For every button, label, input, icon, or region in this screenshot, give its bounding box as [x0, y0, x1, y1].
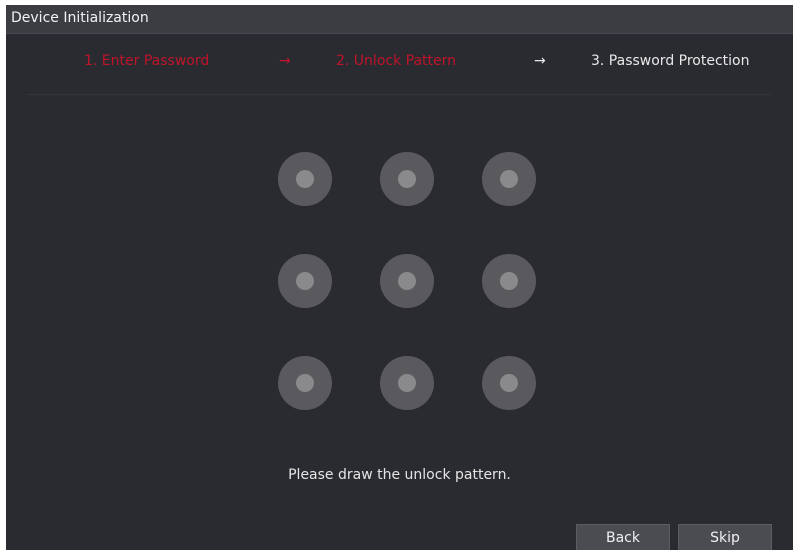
step-enter-password: 1. Enter Password [84, 53, 210, 69]
pattern-dot-8[interactable] [380, 356, 434, 410]
pattern-dot-center [296, 170, 314, 188]
pattern-dot-7[interactable] [278, 356, 332, 410]
pattern-dot-center [398, 272, 416, 290]
pattern-dot-3[interactable] [482, 152, 536, 206]
title-bar: Device Initialization [6, 5, 793, 34]
step-unlock-pattern: 2. Unlock Pattern [336, 53, 457, 69]
pattern-dot-1[interactable] [278, 152, 332, 206]
pattern-dot-center [296, 374, 314, 392]
pattern-dot-9[interactable] [482, 356, 536, 410]
pattern-dot-center [500, 374, 518, 392]
step-arrow-icon: → [279, 53, 291, 69]
pattern-dot-center [296, 272, 314, 290]
pattern-dot-center [398, 170, 416, 188]
pattern-dot-2[interactable] [380, 152, 434, 206]
step-arrow-icon: → [534, 53, 546, 69]
pattern-dot-5[interactable] [380, 254, 434, 308]
unlock-pattern-hint: Please draw the unlock pattern. [288, 467, 511, 483]
step-password-protection: 3. Password Protection [591, 53, 750, 69]
pattern-dot-center [500, 170, 518, 188]
pattern-dot-center [500, 272, 518, 290]
pattern-dot-center [398, 374, 416, 392]
step-divider [26, 94, 771, 95]
pattern-dot-6[interactable] [482, 254, 536, 308]
window-title: Device Initialization [11, 10, 149, 26]
skip-button[interactable]: Skip [678, 524, 772, 550]
device-initialization-window: Device Initialization 1. Enter Password … [6, 5, 793, 550]
back-button[interactable]: Back [576, 524, 670, 550]
pattern-dot-4[interactable] [278, 254, 332, 308]
step-indicator: 1. Enter Password → 2. Unlock Pattern → … [6, 49, 793, 73]
